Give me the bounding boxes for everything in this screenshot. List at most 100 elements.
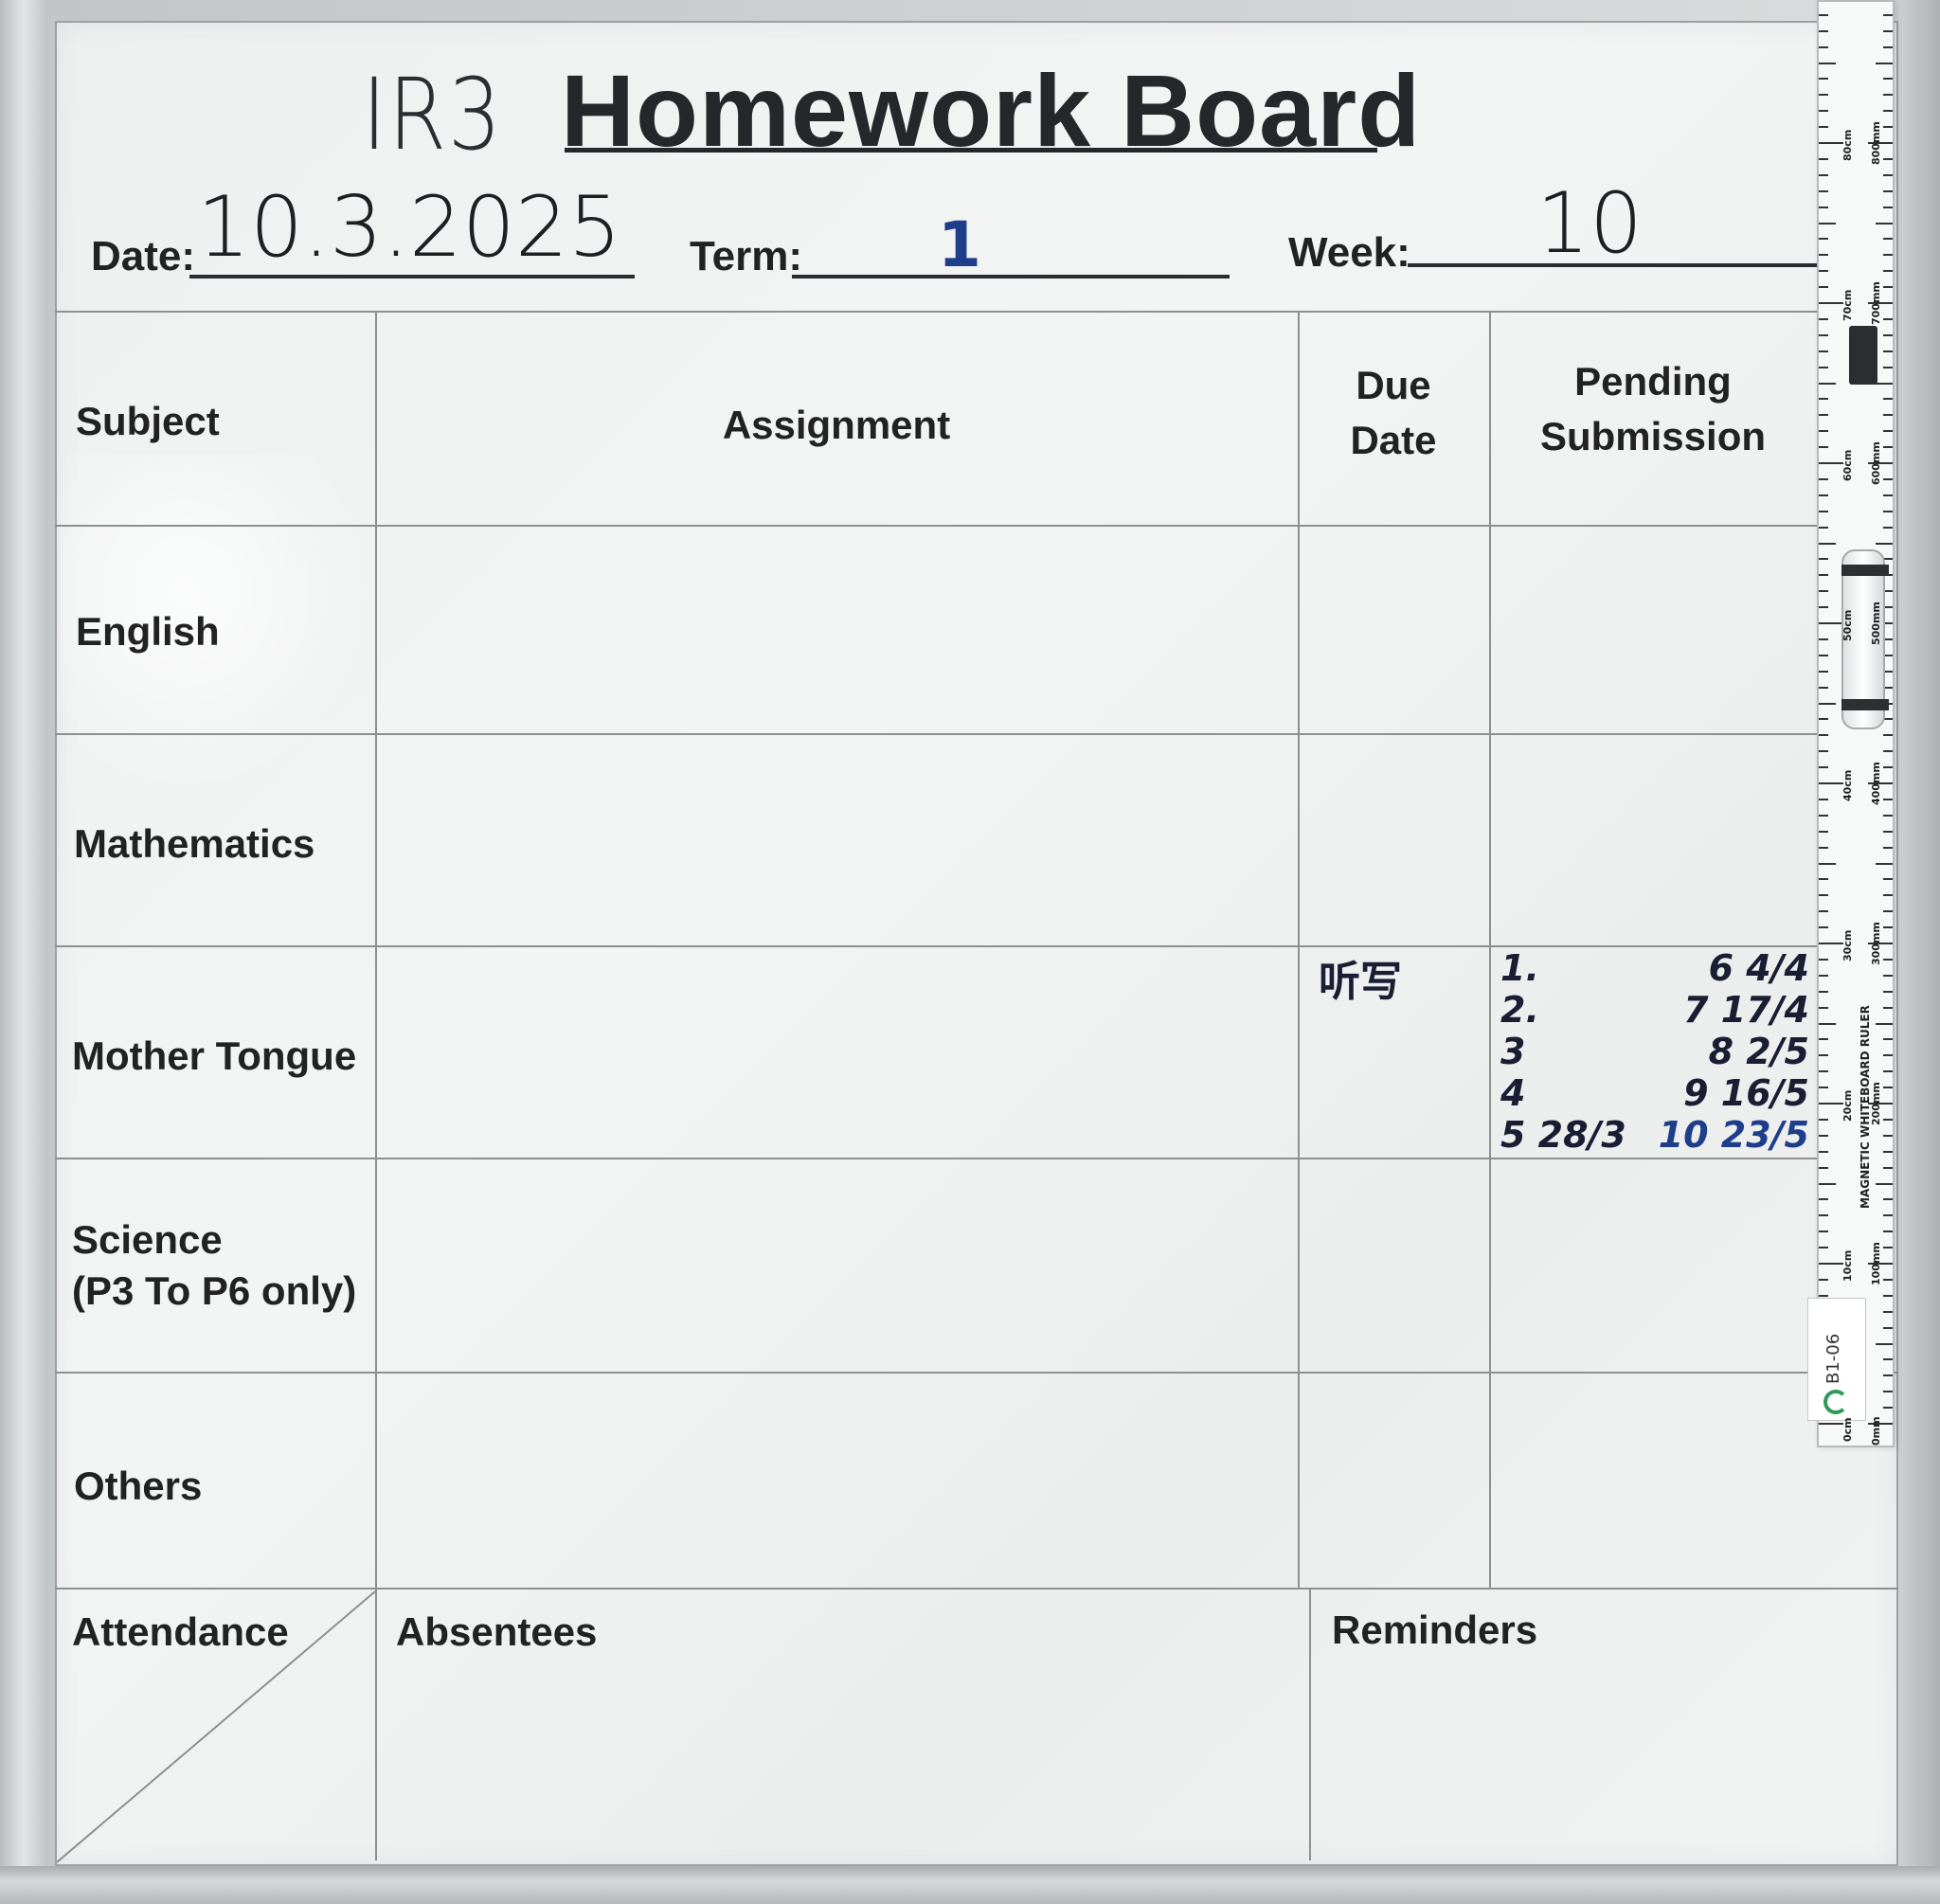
- subject-mathematics: Mathematics: [74, 821, 315, 866]
- ruler-tick: [1819, 29, 1828, 32]
- ruler-tick: [1819, 317, 1828, 320]
- ruler-tick: [1883, 910, 1893, 913]
- ruler-tick: [1819, 254, 1828, 257]
- ruler-tick: [1819, 894, 1828, 897]
- ruler-tick: [1819, 1198, 1828, 1201]
- ruler-tick: [1819, 366, 1828, 368]
- ruler-tick: [1883, 1118, 1893, 1121]
- ruler-tick: [1819, 638, 1828, 640]
- ruler-tick: [1819, 750, 1828, 753]
- ruler-tick: [1819, 1118, 1828, 1121]
- ruler-tick: [1819, 1070, 1828, 1073]
- subject-science-line2: (P3 To P6 only): [72, 1268, 357, 1314]
- ruler-cm-label: 0cm: [1841, 1417, 1854, 1442]
- ruler-cm-label: 80cm: [1841, 129, 1854, 161]
- ruler-tick: [1883, 830, 1893, 833]
- ruler-tick: [1819, 574, 1828, 577]
- ruler-tick: [1883, 878, 1893, 881]
- footer-absentees: Absentees: [396, 1609, 598, 1654]
- ruler-tick: [1819, 270, 1828, 273]
- ruler-tick: [1883, 1294, 1893, 1297]
- ruler-cm-label: 50cm: [1841, 609, 1854, 641]
- ruler-tick: [1883, 1038, 1893, 1041]
- ruler-tick: [1819, 686, 1828, 689]
- ruler-mm-label: 800mm: [1870, 121, 1882, 165]
- ruler-tick: [1819, 1166, 1828, 1169]
- ruler-tick: [1819, 846, 1828, 849]
- ruler-tick: [1819, 62, 1836, 64]
- ruler-tick: [1883, 1391, 1893, 1393]
- ruler-tick: [1819, 126, 1828, 129]
- ruler-tick: [1883, 94, 1893, 97]
- ruler-tick: [1883, 173, 1893, 176]
- ruler-tick: [1819, 526, 1828, 529]
- subject-others: Others: [74, 1464, 203, 1508]
- ruler-tick: [1883, 1134, 1893, 1137]
- header-pending-line1: Pending: [1574, 359, 1732, 404]
- ruler-tick: [1883, 126, 1893, 129]
- ruler-tick: [1819, 286, 1828, 289]
- ruler-tick: [1819, 798, 1828, 800]
- subject-english: English: [76, 609, 220, 654]
- ruler-tick: [1883, 1374, 1893, 1377]
- ruler-tick: [1819, 1054, 1828, 1057]
- grid-line: [55, 733, 1819, 735]
- ruler-mm-label: 100mm: [1870, 1242, 1882, 1285]
- ruler-tick: [1819, 1278, 1828, 1281]
- ruler-tick: [1819, 558, 1828, 561]
- date-value: 10.3.2025: [197, 178, 621, 276]
- ruler-tick: [1819, 702, 1836, 705]
- grid-line: [55, 1372, 1898, 1374]
- ruler-label-sticker: B1-06: [1807, 1298, 1866, 1421]
- ruler-tick: [1883, 45, 1893, 48]
- ruler-tick: [1883, 254, 1893, 257]
- ruler-tick: [1883, 29, 1893, 32]
- ruler-tick: [1819, 1087, 1828, 1089]
- ruler-cm-label: 10cm: [1841, 1249, 1854, 1282]
- ruler-tick: [1883, 974, 1893, 977]
- ruler-tick: [1819, 1247, 1828, 1249]
- header-due-line1: Due: [1356, 363, 1431, 407]
- ruler-tick: [1876, 542, 1893, 545]
- ruler-tick: [1819, 1230, 1828, 1233]
- ruler-tick: [1883, 430, 1893, 433]
- ruler-tick: [1819, 862, 1836, 865]
- ruler-mm-label: 200mm: [1870, 1082, 1882, 1125]
- ruler-tick: [1883, 526, 1893, 529]
- header-due-date: Due Date: [1298, 362, 1489, 465]
- ruler-tick: [1876, 62, 1893, 64]
- ruler-tick: [1819, 670, 1828, 673]
- term-label: Term:: [690, 233, 802, 279]
- ruler-tick: [1819, 782, 1843, 784]
- ruler-tick: [1819, 542, 1836, 545]
- ruler-tick: [1819, 766, 1828, 769]
- date-label: Date:: [91, 233, 196, 279]
- grid-line: [55, 311, 1819, 313]
- week-label: Week:: [1288, 229, 1410, 276]
- ruler-tick: [1883, 398, 1893, 401]
- ruler-tick: [1819, 430, 1828, 433]
- ruler-tick: [1883, 798, 1893, 800]
- ruler-cm-label: 60cm: [1841, 449, 1854, 481]
- ruler-tick: [1883, 286, 1893, 289]
- ruler-tick: [1883, 750, 1893, 753]
- subject-science: Science (P3 To P6 only): [72, 1216, 356, 1316]
- ruler-tick: [1819, 926, 1828, 929]
- ruler-tick: [1819, 414, 1828, 417]
- ruler-tick: [1883, 1358, 1893, 1361]
- ruler-tick: [1883, 1326, 1893, 1329]
- pending-entry: 6 4/4: [1708, 947, 1809, 989]
- grid-line: [1309, 1588, 1311, 1860]
- ruler-tick: [1819, 382, 1836, 385]
- ruler-tick: [1819, 142, 1843, 144]
- ruler-tick: [1819, 350, 1828, 352]
- ruler-tick: [1819, 45, 1828, 48]
- ruler-tick: [1819, 943, 1843, 944]
- ruler-tick: [1883, 510, 1893, 512]
- ruler-tick: [1819, 1134, 1828, 1137]
- ruler-tick: [1819, 333, 1828, 336]
- ruler-tick: [1819, 718, 1828, 721]
- ruler-tick: [1883, 1214, 1893, 1217]
- ruler-tick: [1876, 1182, 1893, 1185]
- header-pending-line2: Submission: [1539, 414, 1767, 459]
